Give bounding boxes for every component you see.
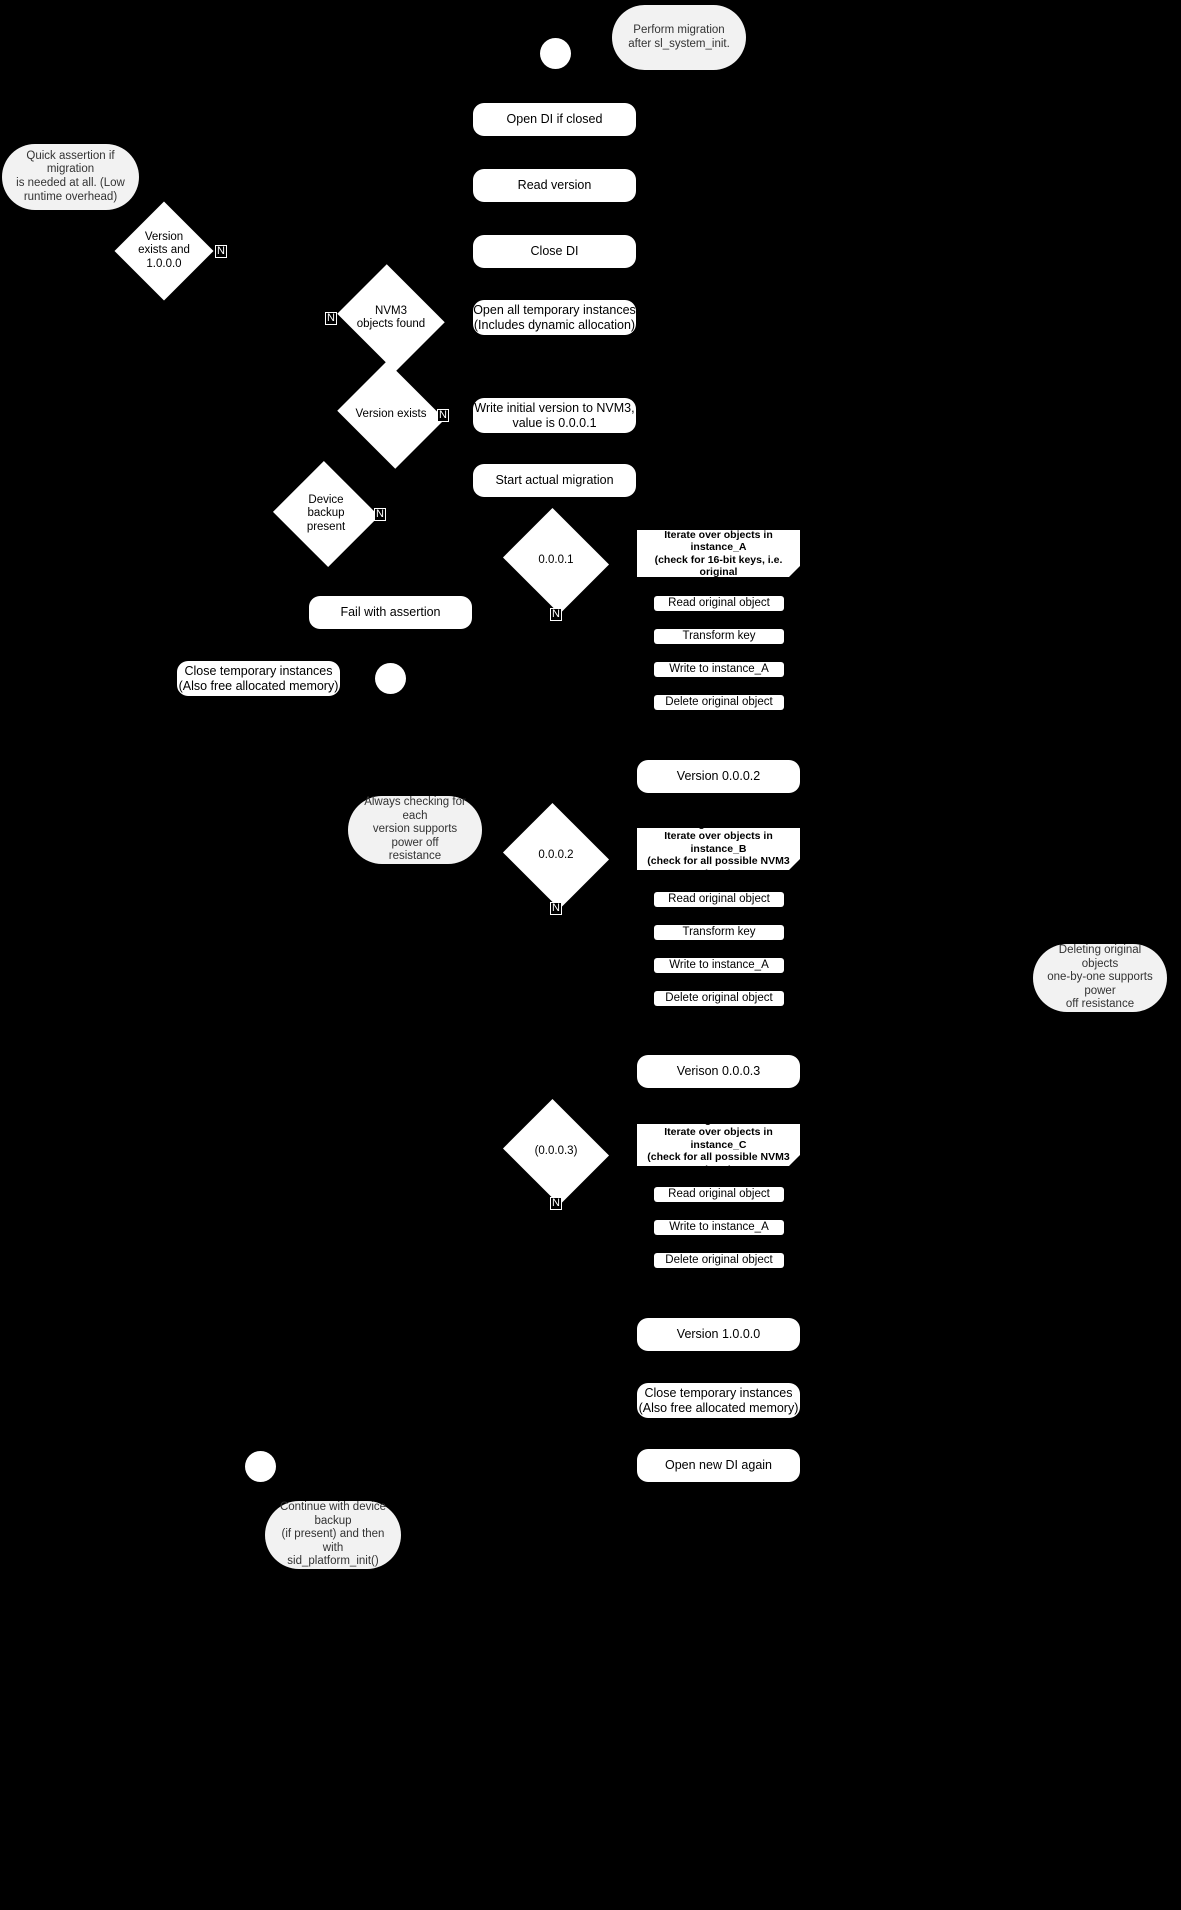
migrate-di-header: Migrate DI Iterate over objects in insta… [637,1114,800,1176]
migrate-kv-action-write: Write to instance_A [654,662,784,677]
decision-version-exists-and-1000: Version exists and 1.0.0.0 [114,201,214,301]
decision-nvm3-objects-found: NVM3 objects found [337,264,445,372]
branch-label-n-0002: N [550,902,562,915]
folded-corner-icon [789,566,800,577]
folded-corner-icon [789,1155,800,1166]
start-node-circle [540,38,571,69]
connector-circle-mid [375,663,406,694]
step-fail-with-assertion: Fail with assertion [309,596,472,629]
step-open-new-di-again: Open new DI again [637,1449,800,1482]
step-open-di-if-closed: Open DI if closed [473,103,636,136]
branch-label-n-version-1000: N [215,245,227,258]
connector-circle-end [245,1451,276,1482]
comment-deleting-objects: Deleting original objects one-by-one sup… [1033,944,1167,1012]
decision-label: (0.0.0.3) [534,1145,578,1158]
decision-label: 0.0.0.2 [538,849,574,862]
decision-label: NVM3 objects found [356,304,426,330]
flowchart-canvas: Perform migration after sl_system_init. … [0,0,1181,1910]
comment-quick-assertion: Quick assertion if migration is needed a… [2,144,139,210]
branch-label-n-version-exists: N [437,409,449,422]
step-read-version: Read version [473,169,636,202]
comment-perform-migration: Perform migration after sl_system_init. [612,5,746,70]
migrate-di-action-write: Write to instance_A [654,1220,784,1235]
branch-label-n-device-backup: N [374,508,386,521]
migrate-mfg-action-delete: Delete original object [654,991,784,1006]
comment-always-checking: Always checking for each version support… [348,796,482,864]
decision-label: 0.0.0.1 [538,554,574,567]
step-start-actual-migration: Start actual migration [473,464,636,497]
step-version-0002: Version 0.0.0.2 [637,760,800,793]
decision-label: Version exists [355,408,427,421]
step-close-temporary-instances-final: Close temporary instances (Also free all… [637,1383,800,1418]
step-write-initial-version: Write initial version to NVM3, value is … [473,398,636,433]
decision-version-0002: 0.0.0.2 [502,802,610,910]
migrate-kv-header: Migrate KV Iterate over objects in insta… [637,516,800,590]
step-version-1000: Version 1.0.0.0 [637,1318,800,1351]
decision-label: Version exists and 1.0.0.0 [138,231,190,270]
decision-device-backup-present: Device backup present [272,460,380,568]
decision-version-exists: Version exists [337,361,445,469]
step-open-all-temporary-instances: Open all temporary instances (Includes d… [473,300,636,335]
decision-label: Device backup present [306,494,346,533]
migrate-mfg-action-write: Write to instance_A [654,958,784,973]
decision-version-0003: (0.0.0.3) [502,1098,610,1206]
folded-corner-icon [789,859,800,870]
branch-label-n-nvm3-objects: N [325,312,337,325]
migrate-mfg-action-transform: Transform key [654,925,784,940]
branch-label-n-0001: N [550,608,562,621]
migrate-mfg-header: Migrate MFG Iterate over objects in inst… [637,818,800,880]
step-version-0003: Verison 0.0.0.3 [637,1055,800,1088]
migrate-kv-action-delete: Delete original object [654,695,784,710]
migrate-di-action-delete: Delete original object [654,1253,784,1268]
comment-continue-with-backup: Continue with device backup (if present)… [265,1501,401,1569]
branch-label-n-0003: N [550,1197,562,1210]
migrate-di-action-read: Read original object [654,1187,784,1202]
migrate-kv-action-read: Read original object [654,596,784,611]
step-close-di: Close DI [473,235,636,268]
decision-version-0001: 0.0.0.1 [502,507,610,615]
step-close-temporary-instances-early: Close temporary instances (Also free all… [177,661,340,696]
migrate-kv-action-transform: Transform key [654,629,784,644]
migrate-mfg-action-read: Read original object [654,892,784,907]
